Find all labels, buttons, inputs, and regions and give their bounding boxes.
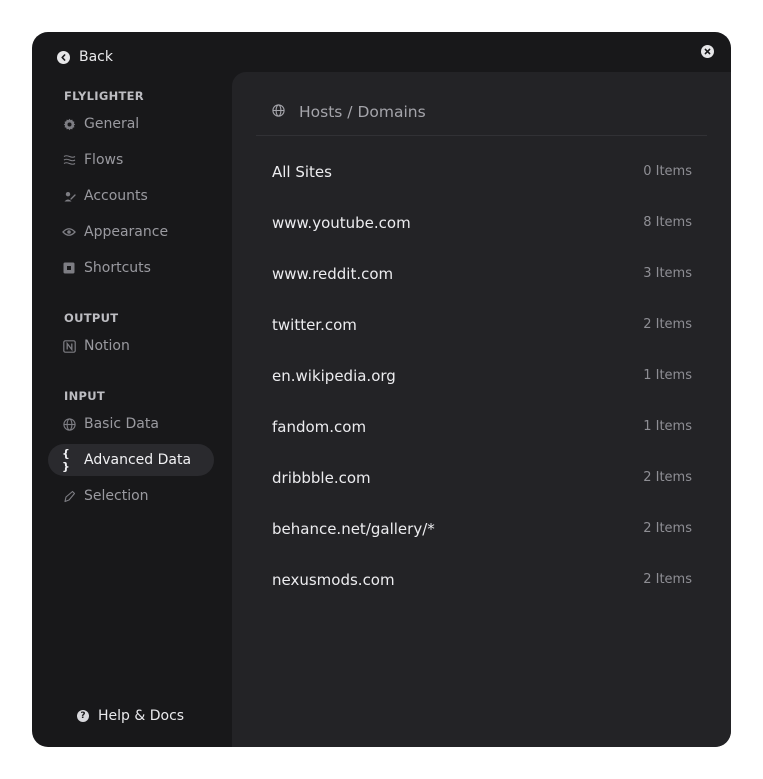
sidebar-item-label: Notion [84, 338, 130, 354]
item-count: 2 Items [643, 521, 692, 536]
notion-icon [62, 339, 76, 353]
keyboard-icon [62, 261, 76, 275]
host-name: behance.net/gallery/* [272, 519, 435, 538]
help-docs-link[interactable]: ? Help & Docs [77, 708, 184, 724]
braces-icon: { } [62, 447, 71, 473]
host-name: www.reddit.com [272, 264, 394, 283]
sidebar-item-flows[interactable]: Flows [48, 144, 198, 176]
sidebar: FLYLIGHTER General Flows Accounts Appear… [48, 88, 214, 516]
back-label: Back [79, 49, 113, 65]
sidebar-item-shortcuts[interactable]: Shortcuts [48, 252, 198, 284]
section-title-flylighter: FLYLIGHTER [64, 89, 144, 103]
list-item[interactable]: www.reddit.com 3 Items [272, 248, 692, 299]
page-title: Hosts / Domains [299, 102, 426, 121]
list-item[interactable]: All Sites 0 Items [272, 146, 692, 197]
sidebar-item-label: Shortcuts [84, 260, 151, 276]
help-label: Help & Docs [98, 708, 185, 724]
section-title-output: OUTPUT [64, 311, 119, 325]
sidebar-item-label: Appearance [84, 224, 169, 240]
eye-icon [62, 225, 76, 239]
sidebar-item-label: Selection [84, 488, 149, 504]
sidebar-item-selection[interactable]: Selection [48, 480, 198, 512]
list-item[interactable]: fandom.com 1 Items [272, 401, 692, 452]
hosts-list: All Sites 0 Items www.youtube.com 8 Items … [272, 146, 692, 605]
sidebar-item-appearance[interactable]: Appearance [48, 216, 198, 248]
list-item[interactable]: behance.net/gallery/* 2 Items [272, 503, 692, 554]
item-count: 1 Items [643, 419, 692, 434]
gear-icon [62, 117, 76, 131]
sidebar-item-label: Flows [84, 152, 124, 168]
chevron-left-icon [57, 50, 70, 64]
section-title-input: INPUT [64, 389, 106, 403]
item-count: 0 Items [643, 164, 692, 179]
waves-icon [62, 153, 76, 167]
key-icon [62, 189, 76, 203]
host-name: en.wikipedia.org [272, 366, 396, 385]
list-item[interactable]: en.wikipedia.org 1 Items [272, 350, 692, 401]
list-item[interactable]: dribbble.com 2 Items [272, 452, 692, 503]
main-panel: Hosts / Domains All Sites 0 Items www.you… [232, 72, 731, 747]
sidebar-item-label: General [84, 116, 140, 132]
host-name: twitter.com [272, 315, 357, 334]
host-name: www.youtube.com [272, 213, 411, 232]
item-count: 2 Items [643, 317, 692, 332]
sidebar-item-label: Basic Data [84, 416, 159, 432]
list-item[interactable]: nexusmods.com 2 Items [272, 554, 692, 605]
host-name: nexusmods.com [272, 570, 395, 589]
host-name: dribbble.com [272, 468, 371, 487]
question-icon: ? [77, 710, 89, 722]
pen-icon [62, 489, 76, 503]
main-header: Hosts / Domains [256, 88, 707, 136]
item-count: 2 Items [643, 572, 692, 587]
host-name: All Sites [272, 162, 332, 181]
back-button[interactable]: Back [57, 48, 113, 66]
sidebar-item-label: Accounts [84, 188, 148, 204]
item-count: 1 Items [643, 368, 692, 383]
sidebar-item-accounts[interactable]: Accounts [48, 180, 198, 212]
globe-icon [272, 102, 285, 121]
close-icon[interactable] [701, 45, 714, 58]
sidebar-item-notion[interactable]: Notion [48, 330, 198, 362]
list-item[interactable]: www.youtube.com 8 Items [272, 197, 692, 248]
settings-window: Back FLYLIGHTER General Flows Accounts A… [32, 32, 731, 747]
sidebar-item-label: Advanced Data [84, 452, 192, 468]
item-count: 8 Items [643, 215, 692, 230]
globe-icon [62, 417, 76, 431]
host-name: fandom.com [272, 417, 367, 436]
item-count: 3 Items [643, 266, 692, 281]
item-count: 2 Items [643, 470, 692, 485]
sidebar-item-general[interactable]: General [48, 108, 198, 140]
sidebar-item-basic-data[interactable]: Basic Data [48, 408, 198, 440]
sidebar-item-advanced-data[interactable]: { } Advanced Data [48, 444, 214, 476]
list-item[interactable]: twitter.com 2 Items [272, 299, 692, 350]
